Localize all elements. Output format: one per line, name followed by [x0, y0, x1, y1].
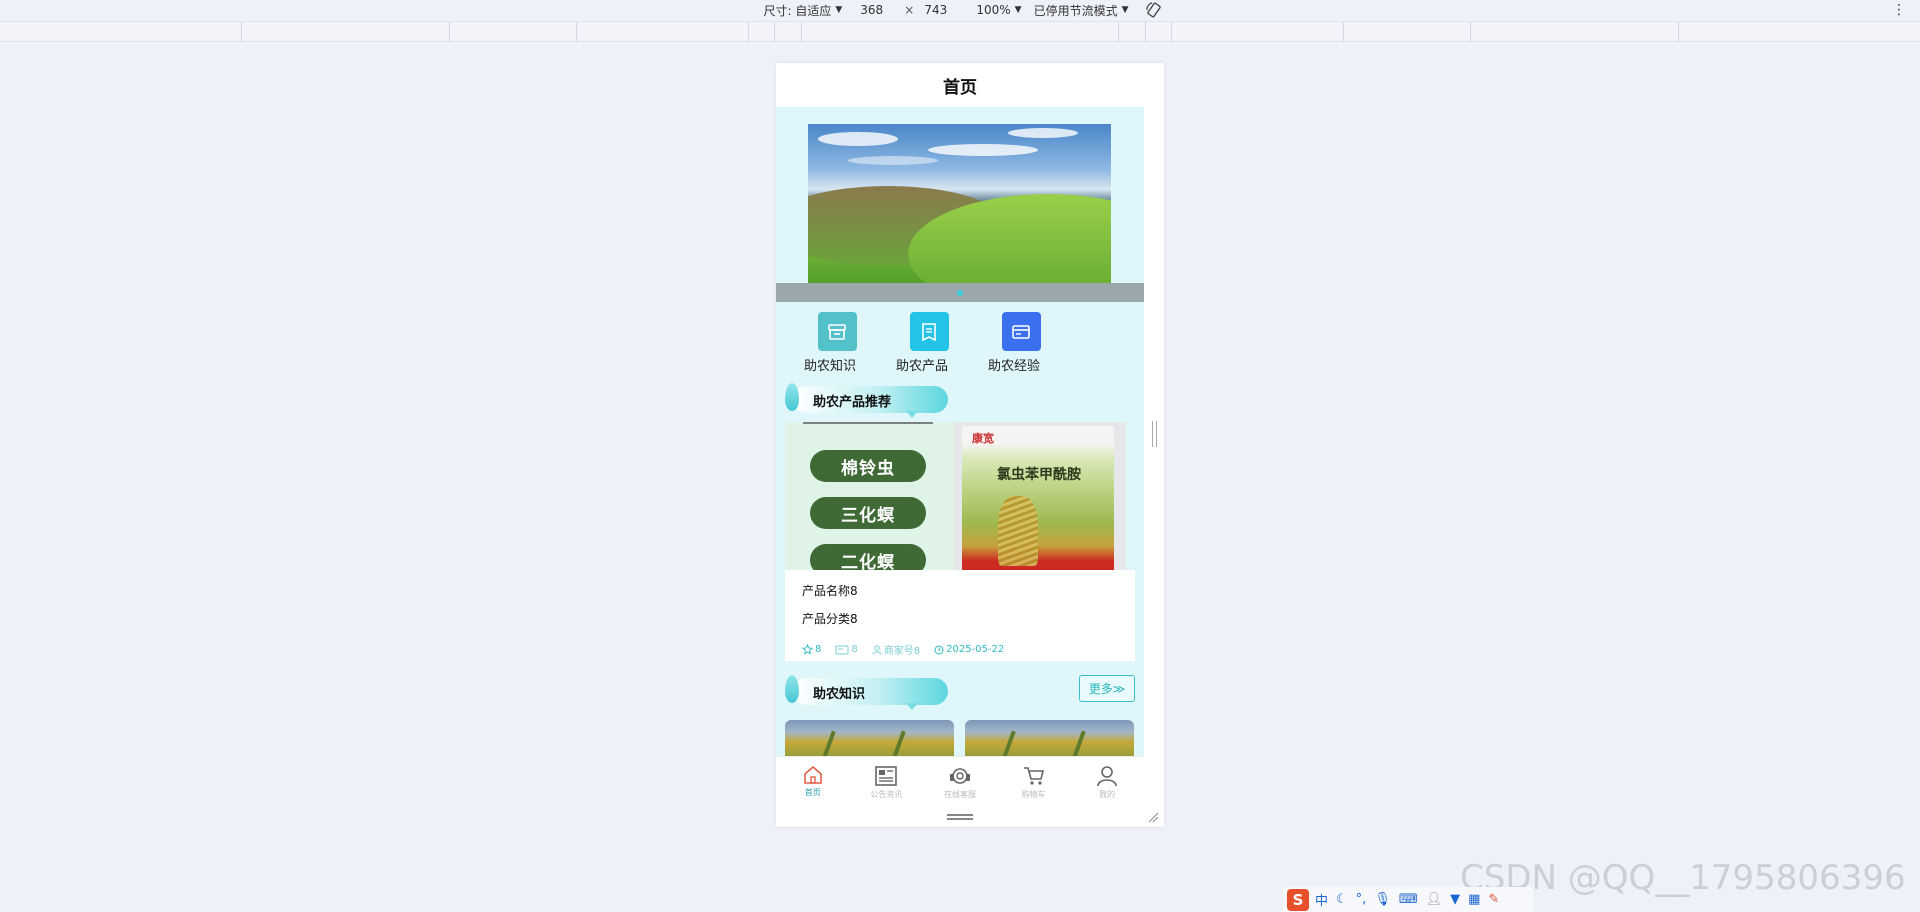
tab-service[interactable]: 在线客服 [923, 757, 997, 808]
quick-nav-label: 助农知识 [803, 359, 856, 374]
moon-icon[interactable]: ☾ [1336, 892, 1348, 907]
devtools-device-toolbar: 尺寸: 自适应 ▼ 368 × 743 100% ▼ 已停用节流模式 ▼ [0, 0, 1920, 20]
tab-bar: 首页 公告资讯 在线客服 购物车 我的 [776, 756, 1144, 808]
times-separator: × [904, 3, 915, 17]
leaf-icon [785, 675, 799, 703]
device-frame: 首页 助农知识 助农产品 助农经验 助农产品推荐 棉铃虫 三化螟 二化螟 康宽 … [776, 63, 1164, 827]
media-query-ruler [0, 21, 1920, 42]
views-icon [835, 645, 849, 654]
zoom-label: 100% [976, 3, 1011, 17]
more-button[interactable]: 更多≫ [1079, 675, 1135, 702]
apps-grid-icon[interactable]: ▦ [1468, 892, 1480, 907]
product-image-package[interactable]: 康宽 氯虫苯甲酰胺 [954, 422, 1126, 570]
publish-date: 2025-05-22 [946, 644, 1005, 655]
views-stat: 8 [835, 644, 858, 655]
height-input[interactable]: 743 [918, 3, 965, 17]
tab-label: 我的 [1099, 790, 1116, 799]
pest-label: 棉铃虫 [810, 450, 926, 482]
home-indicator[interactable] [776, 808, 1144, 827]
rotate-icon[interactable] [1145, 1, 1163, 19]
carousel-indicator [776, 283, 1144, 302]
product-category: 产品分类8 [802, 612, 858, 626]
section-title: 助农知识 [813, 687, 866, 702]
quick-nav: 助农知识 助农产品 助农经验 [791, 312, 1067, 374]
dimensions-select[interactable]: 尺寸: 自适应 ▼ [763, 2, 842, 19]
merchant-stat: 商家号8 [872, 642, 920, 657]
views-count: 8 [851, 644, 858, 655]
tab-home[interactable]: 首页 [776, 757, 850, 808]
resize-grip-icon[interactable] [1147, 811, 1159, 823]
more-options-icon[interactable]: ⋮ [1892, 2, 1906, 18]
dimensions-label: 尺寸: 自适应 [763, 3, 832, 18]
width-input[interactable]: 368 [854, 3, 901, 17]
carousel-dot[interactable] [957, 290, 963, 296]
ime-toolbar: S 中 ☾ °, 🎙︎ ⌨ 👤︎ ▼ ▦ ✎ [1283, 887, 1533, 912]
throttle-label: 已停用节流模式 [1033, 3, 1118, 18]
chevron-down-icon: ▼ [1121, 5, 1129, 15]
quick-nav-label: 助农经验 [987, 359, 1040, 374]
pest-label: 二化螟 [810, 544, 926, 570]
scrollbar-handle[interactable] [1152, 421, 1157, 447]
merchant-name: 商家号8 [883, 646, 921, 657]
user-icon[interactable]: 👤︎ [1426, 892, 1443, 907]
knowledge-section-header: 助农知识 [785, 675, 950, 710]
package-name: 氯虫苯甲酰胺 [997, 467, 1081, 483]
user-icon [1097, 766, 1117, 787]
quick-nav-label: 助农产品 [895, 359, 948, 374]
news-icon [875, 766, 898, 786]
pest-label: 三化螟 [810, 497, 926, 529]
clock-icon [934, 645, 944, 654]
product-image-pests[interactable]: 棉铃虫 三化螟 二化螟 [785, 422, 954, 570]
package-brand: 康宽 [972, 432, 994, 445]
document-icon [909, 312, 949, 351]
zoom-select[interactable]: 100% ▼ [976, 3, 1021, 17]
sogou-logo-icon[interactable]: S [1287, 888, 1309, 911]
leaf-icon [785, 383, 799, 411]
quick-nav-knowledge[interactable]: 助农知识 [791, 312, 883, 374]
tab-news[interactable]: 公告资讯 [850, 757, 924, 808]
knowledge-image[interactable] [785, 720, 954, 760]
tab-label: 购物车 [1021, 790, 1046, 799]
microphone-icon[interactable]: 🎙︎ [1374, 892, 1391, 907]
product-meta: 8 8 商家号8 2025-05-22 [802, 642, 1018, 657]
ime-mode[interactable]: 中 [1315, 890, 1328, 909]
home-icon [803, 765, 822, 784]
headset-icon [949, 768, 970, 784]
star-icon [802, 644, 813, 655]
chevron-down-icon: ▼ [835, 5, 843, 15]
throttle-select[interactable]: 已停用节流模式 ▼ [1034, 2, 1129, 19]
card-icon [1001, 312, 1041, 351]
tab-mine[interactable]: 我的 [1070, 757, 1144, 808]
products-section-header: 助农产品推荐 [785, 383, 950, 418]
chevron-down-icon: ▼ [1014, 5, 1022, 15]
product-name: 产品名称8 [802, 584, 858, 598]
tab-cart[interactable]: 购物车 [997, 757, 1071, 808]
date-stat: 2025-05-22 [934, 644, 1004, 655]
cart-icon [1023, 767, 1044, 785]
page-title: 首页 [776, 63, 1144, 107]
product-card[interactable]: 产品名称8 产品分类8 8 8 商家号8 2025-05-22 [785, 570, 1135, 661]
keyboard-icon[interactable]: ⌨ [1399, 892, 1418, 907]
store-icon [817, 312, 857, 351]
tab-label: 首页 [804, 788, 821, 797]
section-title: 助农产品推荐 [813, 395, 892, 410]
app-screen: 首页 助农知识 助农产品 助农经验 助农产品推荐 棉铃虫 三化螟 二化螟 康宽 … [776, 63, 1144, 827]
likes-stat: 8 [802, 644, 821, 655]
shirt-icon[interactable]: ▼ [1450, 892, 1460, 907]
user-icon [872, 644, 882, 655]
knowledge-image[interactable] [965, 720, 1134, 760]
likes-count: 8 [815, 644, 822, 655]
tab-label: 在线客服 [943, 790, 976, 799]
quick-nav-products[interactable]: 助农产品 [883, 312, 975, 374]
banner-image[interactable] [808, 124, 1111, 287]
punctuation-icon[interactable]: °, [1356, 892, 1367, 907]
quick-nav-experience[interactable]: 助农经验 [975, 312, 1067, 374]
tool-icon[interactable]: ✎ [1488, 892, 1499, 907]
tab-label: 公告资讯 [870, 790, 903, 799]
